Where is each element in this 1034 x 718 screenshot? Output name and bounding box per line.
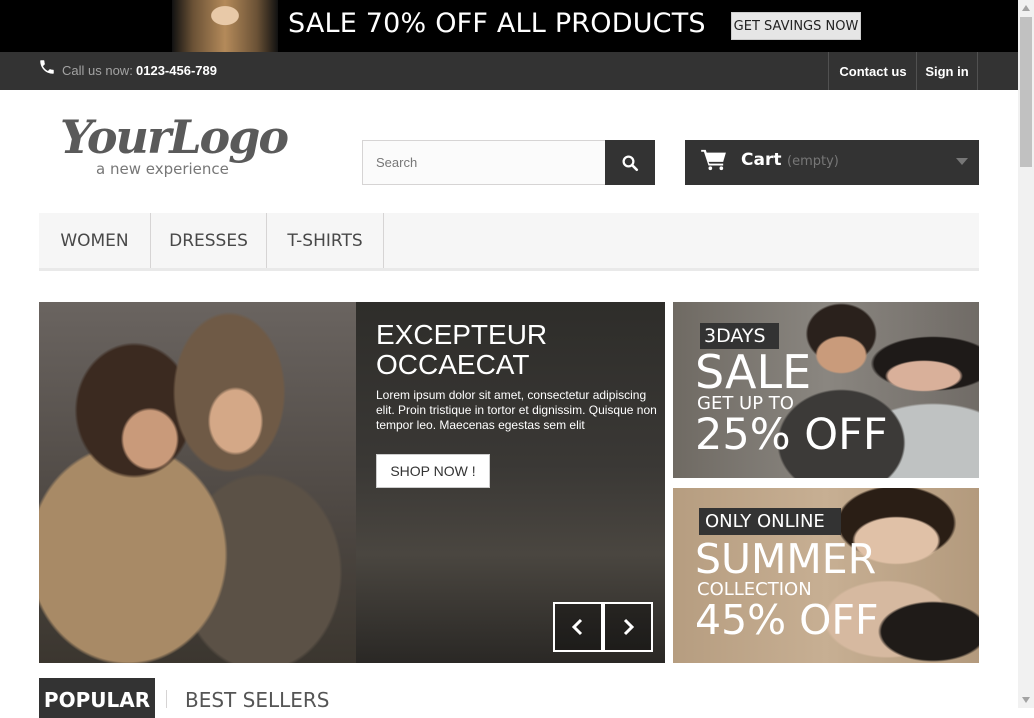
site-logo[interactable]: YourLogo a new experience: [60, 110, 300, 180]
shop-now-button[interactable]: SHOP NOW !: [376, 454, 490, 488]
cart-button[interactable]: Cart (empty): [685, 140, 979, 185]
chevron-right-icon: [623, 618, 635, 636]
scroll-thumb[interactable]: [1020, 17, 1032, 167]
promo-banner-sale[interactable]: 3DAYS SALE GET UP TO 25% OFF: [673, 302, 979, 478]
home-slider[interactable]: EXCEPTEUR OCCAECAT Lorem ipsum dolor sit…: [39, 302, 665, 663]
get-savings-button[interactable]: GET SAVINGS NOW: [731, 12, 861, 40]
tab-best-sellers[interactable]: BEST SELLERS: [185, 688, 329, 712]
chevron-left-icon: [571, 618, 583, 636]
search-icon: [622, 155, 639, 171]
tab-popular[interactable]: POPULAR: [39, 678, 155, 718]
slide-description: Lorem ipsum dolor sit amet, consectetur …: [376, 388, 657, 432]
slide-title: EXCEPTEUR OCCAECAT: [376, 319, 548, 380]
banner-headline: SALE: [695, 345, 812, 399]
chevron-down-icon[interactable]: [956, 158, 968, 165]
promo-text: SALE 70% OFF ALL PRODUCTS: [288, 8, 706, 39]
cart-label: Cart: [741, 150, 782, 170]
promo-model-image: [172, 0, 278, 52]
banner-headline: SUMMER: [695, 535, 877, 583]
banner-discount: 45% OFF: [695, 596, 879, 644]
contact-us-link[interactable]: Contact us: [828, 52, 917, 90]
slider-next-button[interactable]: [603, 602, 653, 652]
tab-divider: [166, 690, 167, 708]
logo-wordmark: YourLogo: [60, 110, 289, 164]
banner-tag: ONLY ONLINE: [699, 508, 841, 535]
slider-prev-button[interactable]: [553, 602, 603, 652]
main-menu: WOMEN DRESSES T-SHIRTS: [39, 213, 979, 271]
cart-icon: [701, 149, 726, 171]
vertical-scrollbar[interactable]: [1018, 0, 1034, 708]
scroll-down-button[interactable]: [1018, 692, 1034, 708]
call-us-label: Call us now:: [62, 63, 133, 78]
promo-banner-summer[interactable]: ONLY ONLINE SUMMER COLLECTION 45% OFF: [673, 488, 979, 663]
menu-item-dresses[interactable]: DRESSES: [151, 213, 267, 268]
menu-item-tshirts[interactable]: T-SHIRTS: [267, 213, 384, 268]
scroll-up-icon: [1022, 5, 1030, 11]
search-button[interactable]: [605, 140, 655, 185]
promo-banner[interactable]: SALE 70% OFF ALL PRODUCTS GET SAVINGS NO…: [0, 0, 1018, 52]
scroll-down-icon: [1022, 697, 1030, 703]
search-input[interactable]: [362, 140, 606, 185]
phone-icon: [40, 60, 54, 74]
slide-image: [39, 302, 356, 663]
scroll-up-button[interactable]: [1018, 0, 1034, 16]
phone-number: 0123-456-789: [136, 63, 217, 78]
sign-in-link[interactable]: Sign in: [916, 52, 978, 90]
banner-discount: 25% OFF: [695, 410, 888, 460]
logo-tagline: a new experience: [96, 160, 229, 178]
cart-status: (empty): [787, 154, 839, 169]
menu-item-women[interactable]: WOMEN: [39, 213, 151, 268]
